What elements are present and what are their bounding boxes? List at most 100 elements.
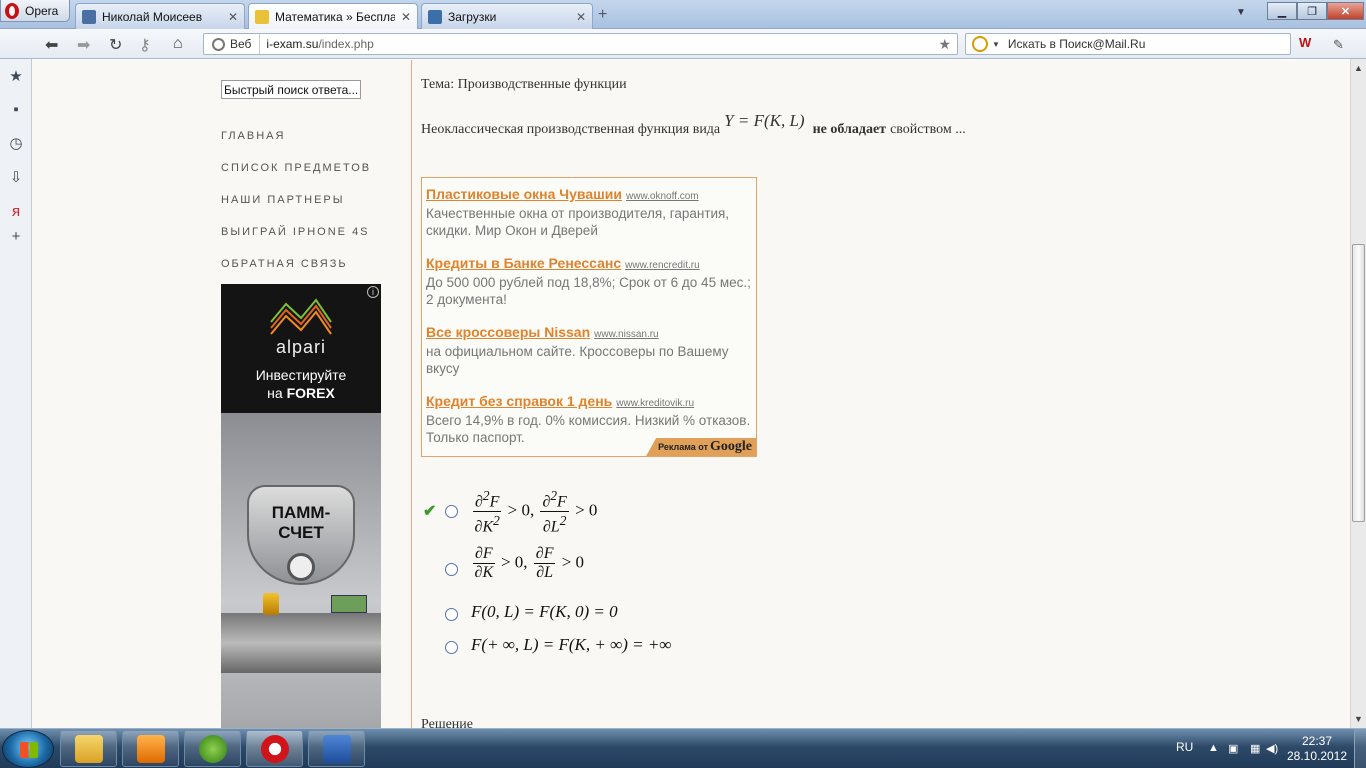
answer-formula: F(+ ∞, L) = F(K, + ∞) = +∞ [471,635,672,654]
start-button[interactable] [2,730,54,768]
google-ads-block: Пластиковые окна Чувашии www.oknoff.com К… [421,177,757,457]
search-field[interactable]: ▼ Искать в Поиск@Mail.Ru [965,33,1291,55]
taskbar-utorrent[interactable] [184,730,241,767]
ad-text: на официальном сайте. Кроссоверы по Ваше… [426,344,729,376]
answer-radio[interactable] [445,608,458,621]
nav-link-subjects[interactable]: СПИСОК ПРЕДМЕТОВ [221,162,371,174]
ad-url[interactable]: www.kreditovik.ru [616,398,694,409]
alpari-banner-ad[interactable]: alpari Инвестируйте на FOREX i ПАММ- СЧЕ… [221,284,381,728]
opera-menu-label: Opera [25,3,59,18]
coins-icon [263,593,279,615]
question-formula: Y = F(K, L) [724,111,805,130]
answer-option-3[interactable]: F(0, L) = F(K, 0) = 0 [421,600,821,624]
back-arrow-icon[interactable]: ⬅ [45,35,58,55]
envelope-favicon-icon [255,10,269,24]
yandex-icon[interactable]: я [8,204,24,220]
key-icon[interactable]: ⚷ [139,35,151,55]
ad-info-icon[interactable]: i [367,286,379,298]
nav-link-partners[interactable]: НАШИ ПАРТНЕРЫ [221,194,345,206]
answer-option-2[interactable]: ∂F ∂K > 0, ∂F ∂L > 0 [421,545,821,591]
add-panel-plus-icon[interactable]: + [8,229,24,245]
tab-downloads[interactable]: Загрузки ✕ [421,3,593,29]
language-indicator[interactable]: RU [1176,740,1193,754]
clock[interactable]: 22:37 28.10.2012 [1282,734,1352,764]
tab-label: Загрузки [448,9,497,24]
banner-line1: Инвестируйте [255,367,347,383]
globe-icon [212,38,225,51]
scheme-label: Веб [230,37,252,51]
opera-menu-button[interactable]: Opera [0,0,70,22]
answer-radio[interactable] [445,505,458,518]
notes-icon[interactable]: ▪ [8,102,24,118]
left-sidebar: ГЛАВНАЯ СПИСОК ПРЕДМЕТОВ НАШИ ПАРТНЕРЫ В… [221,80,391,270]
web-page: ГЛАВНАЯ СПИСОК ПРЕДМЕТОВ НАШИ ПАРТНЕРЫ В… [32,60,1350,728]
reload-icon[interactable]: ↻ [109,35,122,55]
answer-option-4[interactable]: F(+ ∞, L) = F(K, + ∞) = +∞ [421,633,821,657]
nav-link-home[interactable]: ГЛАВНАЯ [221,130,285,142]
home-icon[interactable]: ⌂ [173,35,183,53]
forward-arrow-icon[interactable]: ➡ [77,35,90,55]
web-scheme-badge[interactable]: Веб [204,34,261,54]
ad-url[interactable]: www.nissan.ru [594,329,658,340]
history-clock-icon[interactable]: ◷ [8,136,24,152]
tab-matematika[interactable]: Математика » Бесплат... ✕ [248,3,418,30]
video-favicon-icon [82,9,96,24]
new-tab-icon[interactable]: + [598,6,607,24]
answer-radio[interactable] [445,563,458,576]
url-host: i-exam.su [266,37,319,51]
ad-title[interactable]: Кредиты в Банке Ренессанс [426,255,621,271]
navigation-bar: ⬅ ➡ ↻ ⚷ ⌂ Веб i-exam.su/index.php ★ ▼ Ис… [0,29,1366,59]
ads-by-google-badge[interactable]: Реклама от Google [646,438,756,456]
customize-tools-icon[interactable]: ✎ [1333,37,1344,53]
tab-moiseev[interactable]: Николай Моисеев ✕ [75,3,245,29]
bookmarks-star-icon[interactable]: ★ [8,69,24,85]
quick-search-input[interactable] [221,80,361,99]
taskbar-media[interactable] [122,730,179,767]
search-engine-icon[interactable] [972,36,988,52]
scroll-up-arrow-icon[interactable]: ▲ [1354,63,1363,73]
tab-close-icon[interactable]: ✕ [401,10,411,24]
minimize-button[interactable]: ▁ [1267,2,1297,20]
chevron-down-icon[interactable]: ▼ [992,40,1000,49]
column-divider [411,60,412,728]
tab-close-icon[interactable]: ✕ [576,10,586,24]
download-favicon-icon [428,9,442,24]
address-field[interactable]: Веб i-exam.su/index.php ★ [203,33,958,55]
nav-link-feedback[interactable]: ОБРАТНАЯ СВЯЗЬ [221,258,348,270]
tab-close-icon[interactable]: ✕ [228,10,238,24]
answer-radio[interactable] [445,641,458,654]
taskbar-explorer[interactable] [60,730,117,767]
volume-icon[interactable]: ◀) [1266,742,1278,755]
bookmark-star-icon[interactable]: ★ [938,36,951,53]
scroll-down-arrow-icon[interactable]: ▼ [1354,714,1363,724]
ad-title[interactable]: Пластиковые окна Чувашии [426,186,622,202]
network-icon[interactable]: ▦ [1250,742,1260,755]
tray-expand-icon[interactable]: ▲ [1208,742,1219,754]
clock-time: 22:37 [1301,734,1333,748]
ad-url[interactable]: www.rencredit.ru [625,260,699,271]
answer-option-1[interactable]: ✔ ∂2F ∂K2 > 0, ∂2F ∂L2 > 0 [421,487,821,536]
answer-formula: F(0, L) = F(K, 0) = 0 [471,602,618,621]
show-desktop-button[interactable] [1354,729,1366,768]
word-icon [322,734,351,763]
taskbar-opera[interactable] [246,730,303,767]
maximize-button[interactable]: ❐ [1297,2,1327,20]
scroll-thumb[interactable] [1352,244,1365,522]
tab-list-chevron-down-icon[interactable]: ▼ [1236,7,1246,18]
vertical-scrollbar[interactable]: ▲ ▼ [1350,59,1366,728]
nav-link-iphone[interactable]: ВЫИГРАЙ IPHONE 4S [221,226,370,238]
ad-url[interactable]: www.oknoff.com [626,191,699,202]
close-window-button[interactable]: ✕ [1327,2,1364,20]
taskbar-word[interactable] [308,730,365,767]
answer-formula: ∂F ∂K > 0, ∂F ∂L > 0 [473,545,585,581]
ad-item[interactable]: Все кроссоверы Nissan www.nissan.ru на оф… [426,324,752,377]
ad-title[interactable]: Все кроссоверы Nissan [426,324,590,340]
ad-item[interactable]: Пластиковые окна Чувашии www.oknoff.com К… [426,186,752,239]
device-icon[interactable]: ▣ [1228,742,1238,755]
tab-label: Николай Моисеев [102,9,203,24]
extension-w-icon[interactable]: W [1299,35,1319,53]
ad-title[interactable]: Кредит без справок 1 день [426,393,612,409]
downloads-icon[interactable]: ⇩ [8,170,24,186]
conveyor-rail [221,613,381,673]
ad-item[interactable]: Кредиты в Банке Ренессанс www.rencredit.r… [426,255,752,308]
